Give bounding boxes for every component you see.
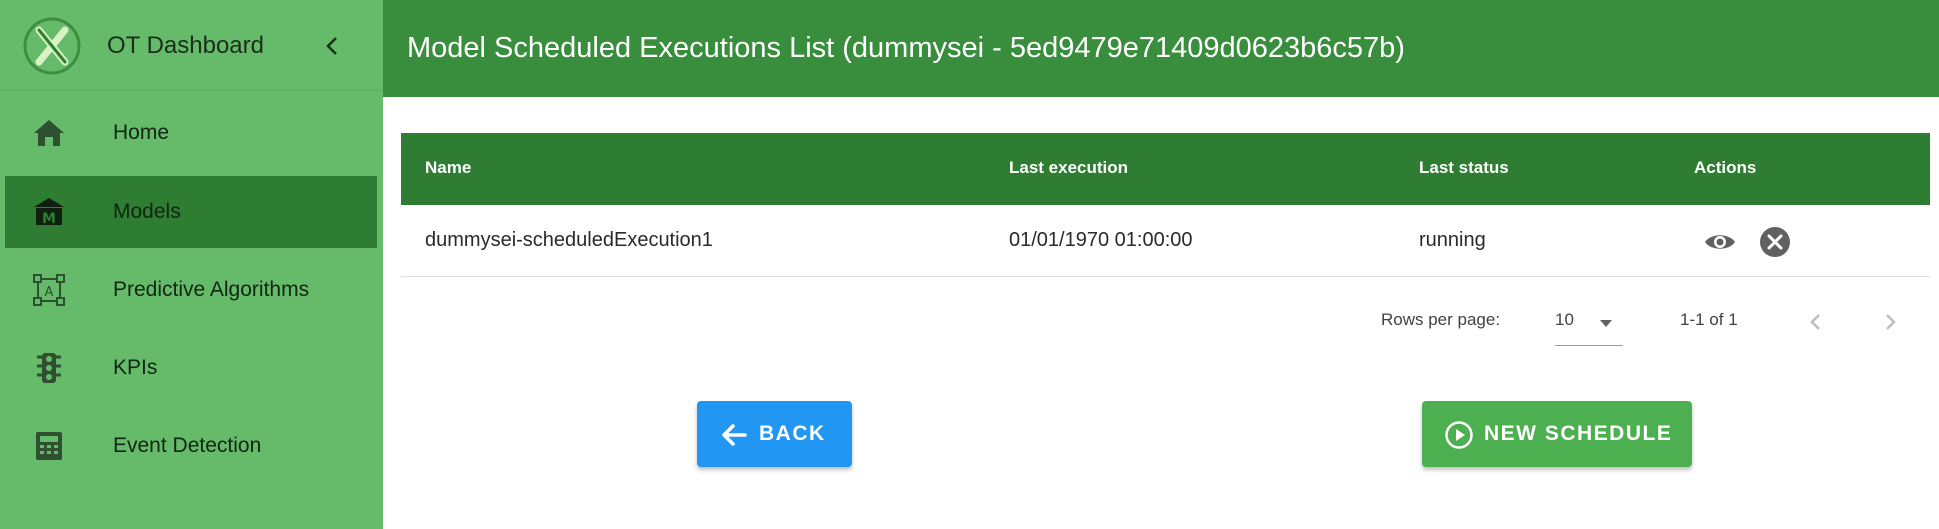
home-icon [34,120,64,146]
sidebar-item-home[interactable]: Home [5,97,377,169]
rows-per-page-select[interactable]: 10 [1555,304,1623,346]
next-page-icon[interactable] [1878,308,1902,336]
column-header-actions: Actions [1694,158,1757,177]
new-schedule-button-label: NEW SCHEDULE [1484,422,1673,445]
table-pagination: Rows per page: 10 1-1 of 1 [0,300,1939,350]
cell-last-execution: 01/01/1970 01:00:00 [1009,229,1193,251]
table-row: dummysei-scheduledExecution1 01/01/1970 … [401,205,1930,277]
column-header-last-execution: Last execution [1009,158,1129,177]
page-title: Model Scheduled Executions List (dummyse… [407,32,1405,64]
back-button-label: BACK [759,422,826,445]
models-icon: M [34,198,64,227]
cancel-icon[interactable] [1758,225,1792,259]
play-circle-icon [1445,421,1473,449]
sidebar-item-label: Event Detection [113,434,262,457]
sidebar-item-label: Home [113,121,170,144]
new-schedule-button[interactable]: NEW SCHEDULE [1422,401,1692,467]
calculator-icon [36,432,62,460]
rows-per-page-value: 10 [1555,310,1574,329]
caret-down-icon [1600,320,1612,327]
sidebar-item-label: KPIs [113,356,158,379]
sidebar: OT Dashboard Home M Models A Predictive … [0,0,383,529]
sidebar-item-label: Predictive Algorithms [113,278,310,301]
traffic-light-icon [37,353,61,383]
page-header: Model Scheduled Executions List (dummyse… [383,0,1939,97]
pagination-range: 1-1 of 1 [1680,310,1738,329]
scheduled-executions-table: Name Last execution Last status Actions … [401,133,1930,277]
cell-last-status: running [1419,229,1486,251]
app-title: OT Dashboard [107,32,264,59]
cell-name: dummysei-scheduledExecution1 [425,229,713,251]
svg-text:A: A [45,285,54,300]
table-header: Name Last execution Last status Actions [401,133,1930,205]
sidebar-brand: OT Dashboard [0,0,383,91]
previous-page-icon[interactable] [1804,308,1828,336]
sidebar-item-models[interactable]: M Models [5,176,377,248]
sidebar-item-label: Models [113,200,181,223]
rows-per-page-label: Rows per page: [1381,310,1501,329]
svg-text:M: M [42,211,56,227]
back-button[interactable]: BACK [697,401,852,467]
view-icon[interactable] [1703,225,1737,259]
column-header-last-status: Last status [1419,158,1509,177]
column-header-name: Name [425,158,472,177]
app-logo-icon [23,17,81,75]
chevron-left-icon[interactable] [320,28,344,64]
arrow-left-icon [722,424,747,446]
sidebar-item-event-detection[interactable]: Event Detection [5,410,377,482]
